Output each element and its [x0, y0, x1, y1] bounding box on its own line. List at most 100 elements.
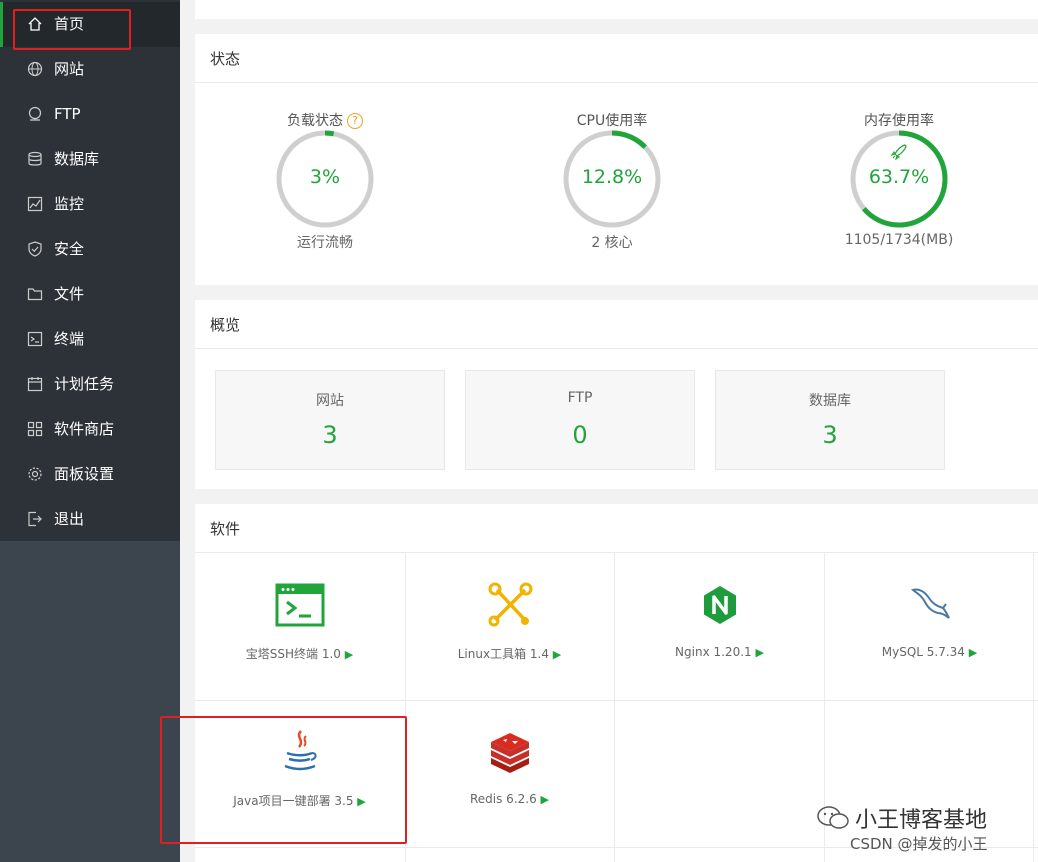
watermark-credit: CSDN @掉发的小王: [850, 835, 988, 853]
sidebar-item-monitor[interactable]: 监控: [0, 182, 180, 227]
software-name-text: 宝塔SSH终端 1.0: [245, 647, 341, 661]
sidebar-item-label: 退出: [54, 510, 85, 528]
software-name-text: Redis 6.2.6: [469, 792, 537, 806]
redis-icon: [491, 733, 529, 773]
toolbox-icon: [488, 582, 533, 627]
status-panel: 状态 负载状态? 3% 运行流畅 CPU使用率 12.8% 2 核心 内存使用率…: [195, 34, 1038, 285]
software-item-linux-toolbox[interactable]: Linux工具箱 1.4 ▶: [405, 554, 614, 701]
software-item-nginx[interactable]: Nginx 1.20.1 ▶: [615, 554, 824, 701]
sidebar-item-label: 面板设置: [54, 465, 115, 483]
gauge-sub: 2 核心: [591, 235, 633, 251]
software-title: 软件: [210, 520, 241, 538]
status-title: 状态: [210, 50, 241, 68]
sidebar: 首页 网站 FTP 数据库 监控 安全 文件 终端 计划任务 软件商店 面板设置…: [0, 0, 180, 862]
overview-card-name: 数据库: [809, 393, 851, 409]
software-item-name: Nginx 1.20.1 ▶: [615, 645, 824, 659]
wechat-icon: [817, 806, 849, 829]
shield-icon: [28, 241, 42, 257]
monitor-icon: [27, 196, 43, 212]
gauge-sub: 运行流畅: [297, 235, 353, 251]
folder-icon: [27, 288, 43, 301]
overview-card-count: 3: [322, 421, 338, 449]
sidebar-item-label: 终端: [54, 330, 85, 348]
software-item-name: MySQL 5.7.34 ▶: [825, 645, 1034, 659]
software-item-name: Redis 6.2.6 ▶: [405, 792, 614, 806]
help-icon[interactable]: ?: [347, 113, 363, 129]
sidebar-item-label: 安全: [54, 240, 85, 258]
logout-icon: [28, 511, 42, 527]
software-item-redis[interactable]: Redis 6.2.6 ▶: [405, 701, 614, 848]
sidebar-item-database[interactable]: 数据库: [0, 137, 180, 182]
database-icon: [28, 151, 42, 166]
play-icon: ▶: [755, 646, 764, 659]
overview-card-name: FTP: [567, 390, 593, 406]
ftp-icon: [28, 106, 42, 121]
overview-card-count: 0: [572, 421, 588, 449]
overview-card-name: 网站: [316, 393, 344, 409]
rocket-icon: [890, 144, 907, 161]
sidebar-item-home[interactable]: 首页: [0, 2, 180, 47]
divider: [195, 552, 1038, 553]
sidebar-item-label: 监控: [54, 195, 85, 213]
play-icon: ▶: [968, 646, 978, 659]
software-name-text: MySQL 5.7.34: [881, 645, 965, 659]
sidebar-item-ftp[interactable]: FTP: [0, 92, 180, 137]
mysql-dolphin-icon: [910, 588, 950, 619]
apps-icon: [27, 421, 43, 437]
sidebar-item-label: 网站: [54, 60, 85, 78]
top-panel-fragment: [195, 0, 1038, 19]
gauge-label: 内存使用率: [864, 113, 934, 129]
watermark-title: 小王博客基地: [855, 808, 988, 833]
overview-card-count: 3: [822, 421, 838, 449]
divider: [195, 348, 1038, 349]
software-item-mysql[interactable]: MySQL 5.7.34 ▶: [825, 554, 1034, 701]
ssh-terminal-icon: [275, 583, 325, 627]
divider: [195, 82, 1038, 83]
overview-card-websites[interactable]: 网站 3: [215, 370, 445, 470]
overview-card-ftp[interactable]: FTP 0: [465, 370, 695, 470]
java-icon: [284, 730, 317, 771]
nginx-icon: [704, 586, 736, 624]
software-item-name: Java项目一键部署 3.5 ▶: [195, 792, 404, 809]
software-name-text: Java项目一键部署 3.5: [233, 794, 354, 808]
sidebar-item-label: 软件商店: [54, 420, 115, 438]
sidebar-item-files[interactable]: 文件: [0, 272, 180, 317]
gauge-label-text: 负载状态: [287, 113, 343, 129]
sidebar-menu: 首页 网站 FTP 数据库 监控 安全 文件 终端 计划任务 软件商店 面板设置…: [0, 0, 180, 541]
software-name-text: Nginx 1.20.1: [675, 645, 752, 659]
terminal-icon: [27, 331, 43, 347]
software-name-text: Linux工具箱 1.4: [457, 647, 549, 661]
software-item-java-deploy[interactable]: Java项目一键部署 3.5 ▶: [195, 701, 404, 848]
gauge-value: 12.8%: [581, 166, 643, 188]
play-icon: ▶: [357, 795, 366, 808]
gauge-label: 负载状态?: [195, 110, 455, 130]
play-icon: ▶: [540, 793, 550, 806]
gauge-label: CPU使用率: [576, 113, 648, 129]
gauge-value: 3%: [309, 166, 341, 188]
overview-card-database[interactable]: 数据库 3: [715, 370, 945, 470]
sidebar-item-label: 数据库: [54, 150, 100, 168]
software-item-name: 宝塔SSH终端 1.0 ▶: [195, 645, 404, 662]
sidebar-item-app-store[interactable]: 软件商店: [0, 407, 180, 452]
sidebar-item-logout[interactable]: 退出: [0, 497, 180, 542]
sidebar-item-label: 文件: [54, 285, 85, 303]
gear-icon: [28, 467, 42, 481]
overview-title: 概览: [210, 316, 241, 334]
sidebar-item-security[interactable]: 安全: [0, 227, 180, 272]
play-icon: ▶: [344, 648, 354, 661]
software-item-name: Linux工具箱 1.4 ▶: [405, 645, 614, 662]
sidebar-item-cron[interactable]: 计划任务: [0, 362, 180, 407]
sidebar-item-websites[interactable]: 网站: [0, 47, 180, 92]
sidebar-item-panel-settings[interactable]: 面板设置: [0, 452, 180, 497]
gauge-sub: 1105/1734(MB): [844, 232, 954, 248]
home-icon: [28, 17, 42, 31]
software-item-ssh-terminal[interactable]: 宝塔SSH终端 1.0 ▶: [195, 554, 404, 701]
gauge-value: 63.7%: [868, 166, 930, 188]
sidebar-item-label: 计划任务: [54, 375, 115, 393]
globe-icon: [27, 61, 43, 77]
calendar-icon: [27, 377, 43, 392]
sidebar-item-label: 首页: [54, 15, 85, 33]
sidebar-item-label: FTP: [54, 105, 81, 123]
play-icon: ▶: [552, 648, 562, 661]
sidebar-item-terminal[interactable]: 终端: [0, 317, 180, 362]
